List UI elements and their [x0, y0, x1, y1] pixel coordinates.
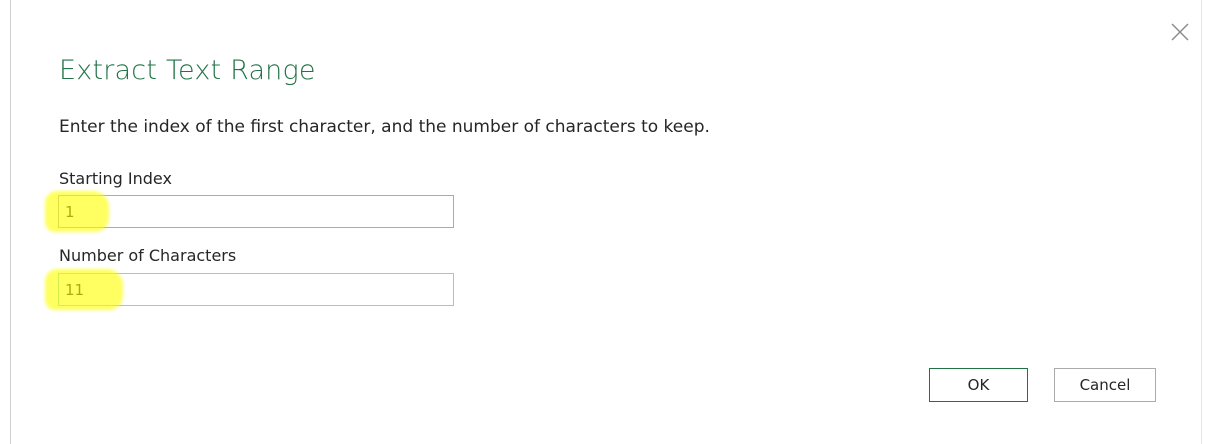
starting-index-label: Starting Index: [59, 169, 172, 188]
extract-text-range-dialog: Extract Text Range Enter the index of th…: [0, 0, 1205, 444]
ok-button[interactable]: OK: [929, 368, 1028, 402]
cancel-button[interactable]: Cancel: [1054, 368, 1156, 402]
number-of-characters-label: Number of Characters: [59, 246, 237, 265]
dialog-description: Enter the index of the first character, …: [59, 117, 710, 137]
dialog-title: Extract Text Range: [59, 55, 316, 86]
close-button[interactable]: [1168, 20, 1192, 44]
starting-index-input[interactable]: [58, 195, 454, 228]
close-icon: [1168, 20, 1192, 44]
number-of-characters-input[interactable]: [58, 273, 454, 306]
dialog-right-border: [1201, 0, 1202, 444]
dialog-left-border: [10, 0, 11, 444]
